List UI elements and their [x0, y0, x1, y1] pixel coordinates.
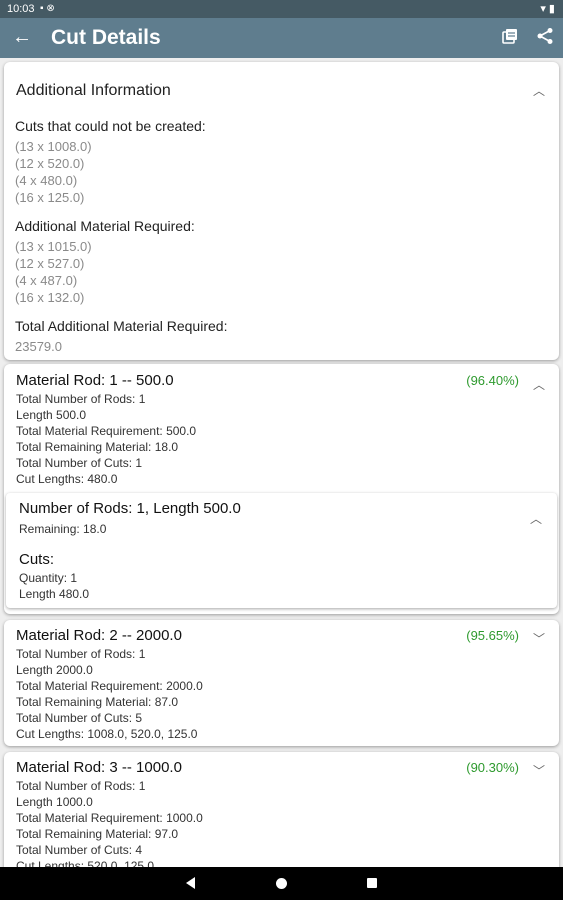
rod-detail: Length 2000.0 [16, 663, 93, 677]
additional-info-title: Additional Information [16, 82, 171, 99]
chevron-down-icon[interactable]: ﹀ [533, 630, 545, 647]
rod-detail: Cut Lengths: 1008.0, 520.0, 125.0 [16, 727, 198, 741]
chevron-up-icon[interactable]: ︿ [530, 510, 542, 527]
cut-length: Length 480.0 [19, 587, 90, 601]
group-remaining: Remaining: 18.0 [19, 522, 107, 536]
nav-back-icon[interactable] [186, 877, 195, 889]
nav-home-icon[interactable] [276, 878, 287, 889]
rod-detail: Total Number of Rods: 1 [16, 779, 146, 793]
additional-info-card: Additional Information ︿ Cuts that could… [4, 62, 559, 360]
list-item: (16 x 125.0) [15, 190, 85, 205]
additional-material-label: Additional Material Required: [15, 218, 195, 234]
list-item: (12 x 520.0) [15, 156, 85, 171]
rod-card-2[interactable]: Material Rod: 2 -- 2000.0 (95.65%) ﹀ Tot… [4, 620, 559, 746]
rod-title: Material Rod: 3 -- 1000.0 [16, 759, 182, 776]
rod-detail: Total Remaining Material: 18.0 [16, 440, 179, 454]
rod-detail: Total Material Requirement: 2000.0 [16, 679, 203, 693]
rod-detail: Cut Lengths: 480.0 [16, 472, 118, 486]
chevron-up-icon[interactable]: ︿ [533, 376, 545, 393]
cut-quantity: Quantity: 1 [19, 571, 78, 585]
rod-detail: Total Material Requirement: 500.0 [16, 424, 197, 438]
total-additional-label: Total Additional Material Required: [15, 318, 228, 334]
page-title: Cut Details [51, 26, 161, 49]
rod-detail: Length 1000.0 [16, 795, 93, 809]
total-additional-value: 23579.0 [15, 339, 62, 354]
chevron-up-icon[interactable]: ︿ [533, 82, 545, 99]
rod-detail: Total Number of Rods: 1 [16, 647, 146, 661]
wifi-battery-icon: ▾ ▮ [540, 3, 555, 15]
cuts-not-created-label: Cuts that could not be created: [15, 118, 206, 134]
rod-percent: (96.40%) [466, 373, 519, 388]
rod-detail: Total Remaining Material: 87.0 [16, 695, 179, 709]
rod-detail: Total Number of Cuts: 4 [16, 843, 143, 857]
cuts-title: Cuts: [19, 551, 55, 568]
arrow-back-icon[interactable]: ← [12, 26, 32, 49]
rod-detail: Total Number of Rods: 1 [16, 392, 146, 406]
rod-percent: (90.30%) [466, 760, 519, 775]
rod-card-3[interactable]: Material Rod: 3 -- 1000.0 (90.30%) ﹀ Tot… [4, 752, 559, 867]
rod-percent: (95.65%) [466, 628, 519, 643]
sd-card-icon: ▪ ⊗ [40, 3, 55, 14]
status-bar: 10:03 ▪ ⊗ ▾ ▮ [0, 0, 563, 18]
list-item: (12 x 527.0) [15, 256, 85, 271]
system-nav-bar [0, 867, 563, 900]
chevron-down-icon[interactable]: ﹀ [533, 762, 545, 779]
list-item: (13 x 1015.0) [15, 239, 92, 254]
group-title: Number of Rods: 1, Length 500.0 [19, 500, 241, 517]
rod-title: Material Rod: 2 -- 2000.0 [16, 627, 182, 644]
rod-group-card[interactable]: Number of Rods: 1, Length 500.0 ︿ Remain… [6, 493, 557, 608]
nav-recents-icon[interactable] [367, 878, 377, 888]
content-scroll[interactable]: Additional Information ︿ Cuts that could… [0, 58, 563, 867]
list-item: (4 x 487.0) [15, 273, 78, 288]
list-item: (16 x 132.0) [15, 290, 85, 305]
rod-detail: Total Material Requirement: 1000.0 [16, 811, 203, 825]
copy-icon[interactable] [502, 28, 518, 49]
rod-detail: Total Remaining Material: 97.0 [16, 827, 179, 841]
status-time: 10:03 [7, 3, 35, 15]
list-item: (4 x 480.0) [15, 173, 78, 188]
rod-detail: Cut Lengths: 520.0, 125.0 [16, 859, 155, 867]
rod-detail: Total Number of Cuts: 5 [16, 711, 143, 725]
app-bar: ← Cut Details [0, 18, 563, 58]
rod-title: Material Rod: 1 -- 500.0 [16, 372, 174, 389]
share-icon[interactable] [536, 27, 554, 50]
list-item: (13 x 1008.0) [15, 139, 92, 154]
rod-detail: Length 500.0 [16, 408, 87, 422]
rod-detail: Total Number of Cuts: 1 [16, 456, 143, 470]
